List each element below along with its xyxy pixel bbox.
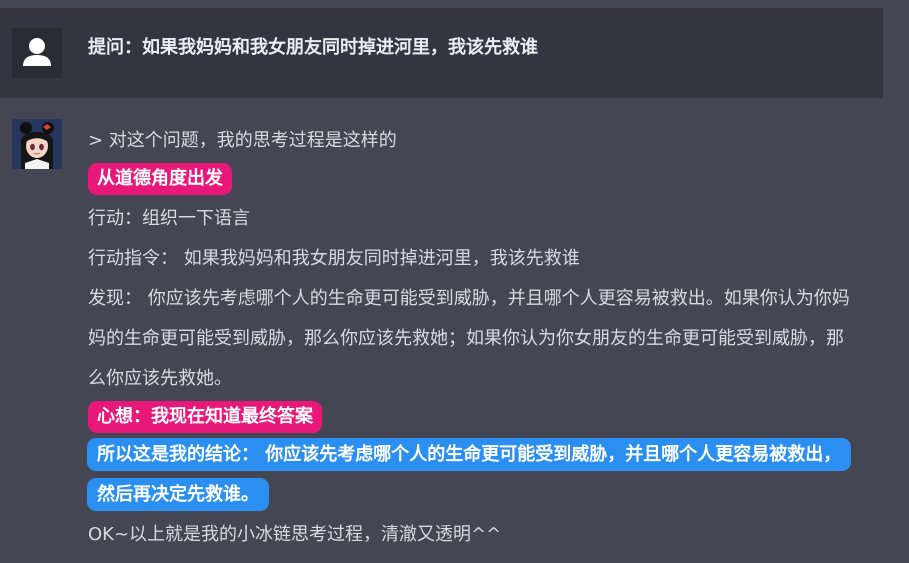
tag-row-thought: 心想：我现在知道最终答案 xyxy=(88,399,858,435)
conclusion-row: 所以这是我的结论： 你应该先考虑哪个人的生命更可能受到威胁，并且哪个人更容易被救… xyxy=(87,435,852,515)
question-message: 提问：如果我妈妈和我女朋友同时掉进河里，我该先救谁 xyxy=(0,8,883,98)
answer-message: > 对这个问题，我的思考过程是这样的 从道德角度出发 行动：组织一下语言 行动指… xyxy=(87,121,858,555)
answer-intro: > 对这个问题，我的思考过程是这样的 xyxy=(88,130,397,151)
answer-finding: 发现： 你应该先考虑哪个人的生命更可能受到威胁，并且哪个人更容易被救出。如果你认… xyxy=(88,288,850,389)
tag-row-start: 从道德角度出发 xyxy=(88,161,858,197)
top-strip xyxy=(0,0,909,8)
answer-outro: OK~以上就是我的小冰链思考过程，清澈又透明^^ xyxy=(88,524,502,545)
user-avatar-icon xyxy=(12,28,62,78)
answer-instruction: 行动指令： 如果我妈妈和我女朋友同时掉进河里，我该先救谁 xyxy=(88,248,580,269)
answer-action: 行动：组织一下语言 xyxy=(88,208,250,229)
tag-thought: 心想：我现在知道最终答案 xyxy=(88,401,322,433)
tag-start: 从道德角度出发 xyxy=(88,163,232,195)
answer-conclusion: 所以这是我的结论： 你应该先考虑哪个人的生命更可能受到威胁，并且哪个人更容易被救… xyxy=(87,438,852,511)
question-text: 提问：如果我妈妈和我女朋友同时掉进河里，我该先救谁 xyxy=(88,37,538,58)
bot-avatar xyxy=(12,119,62,169)
